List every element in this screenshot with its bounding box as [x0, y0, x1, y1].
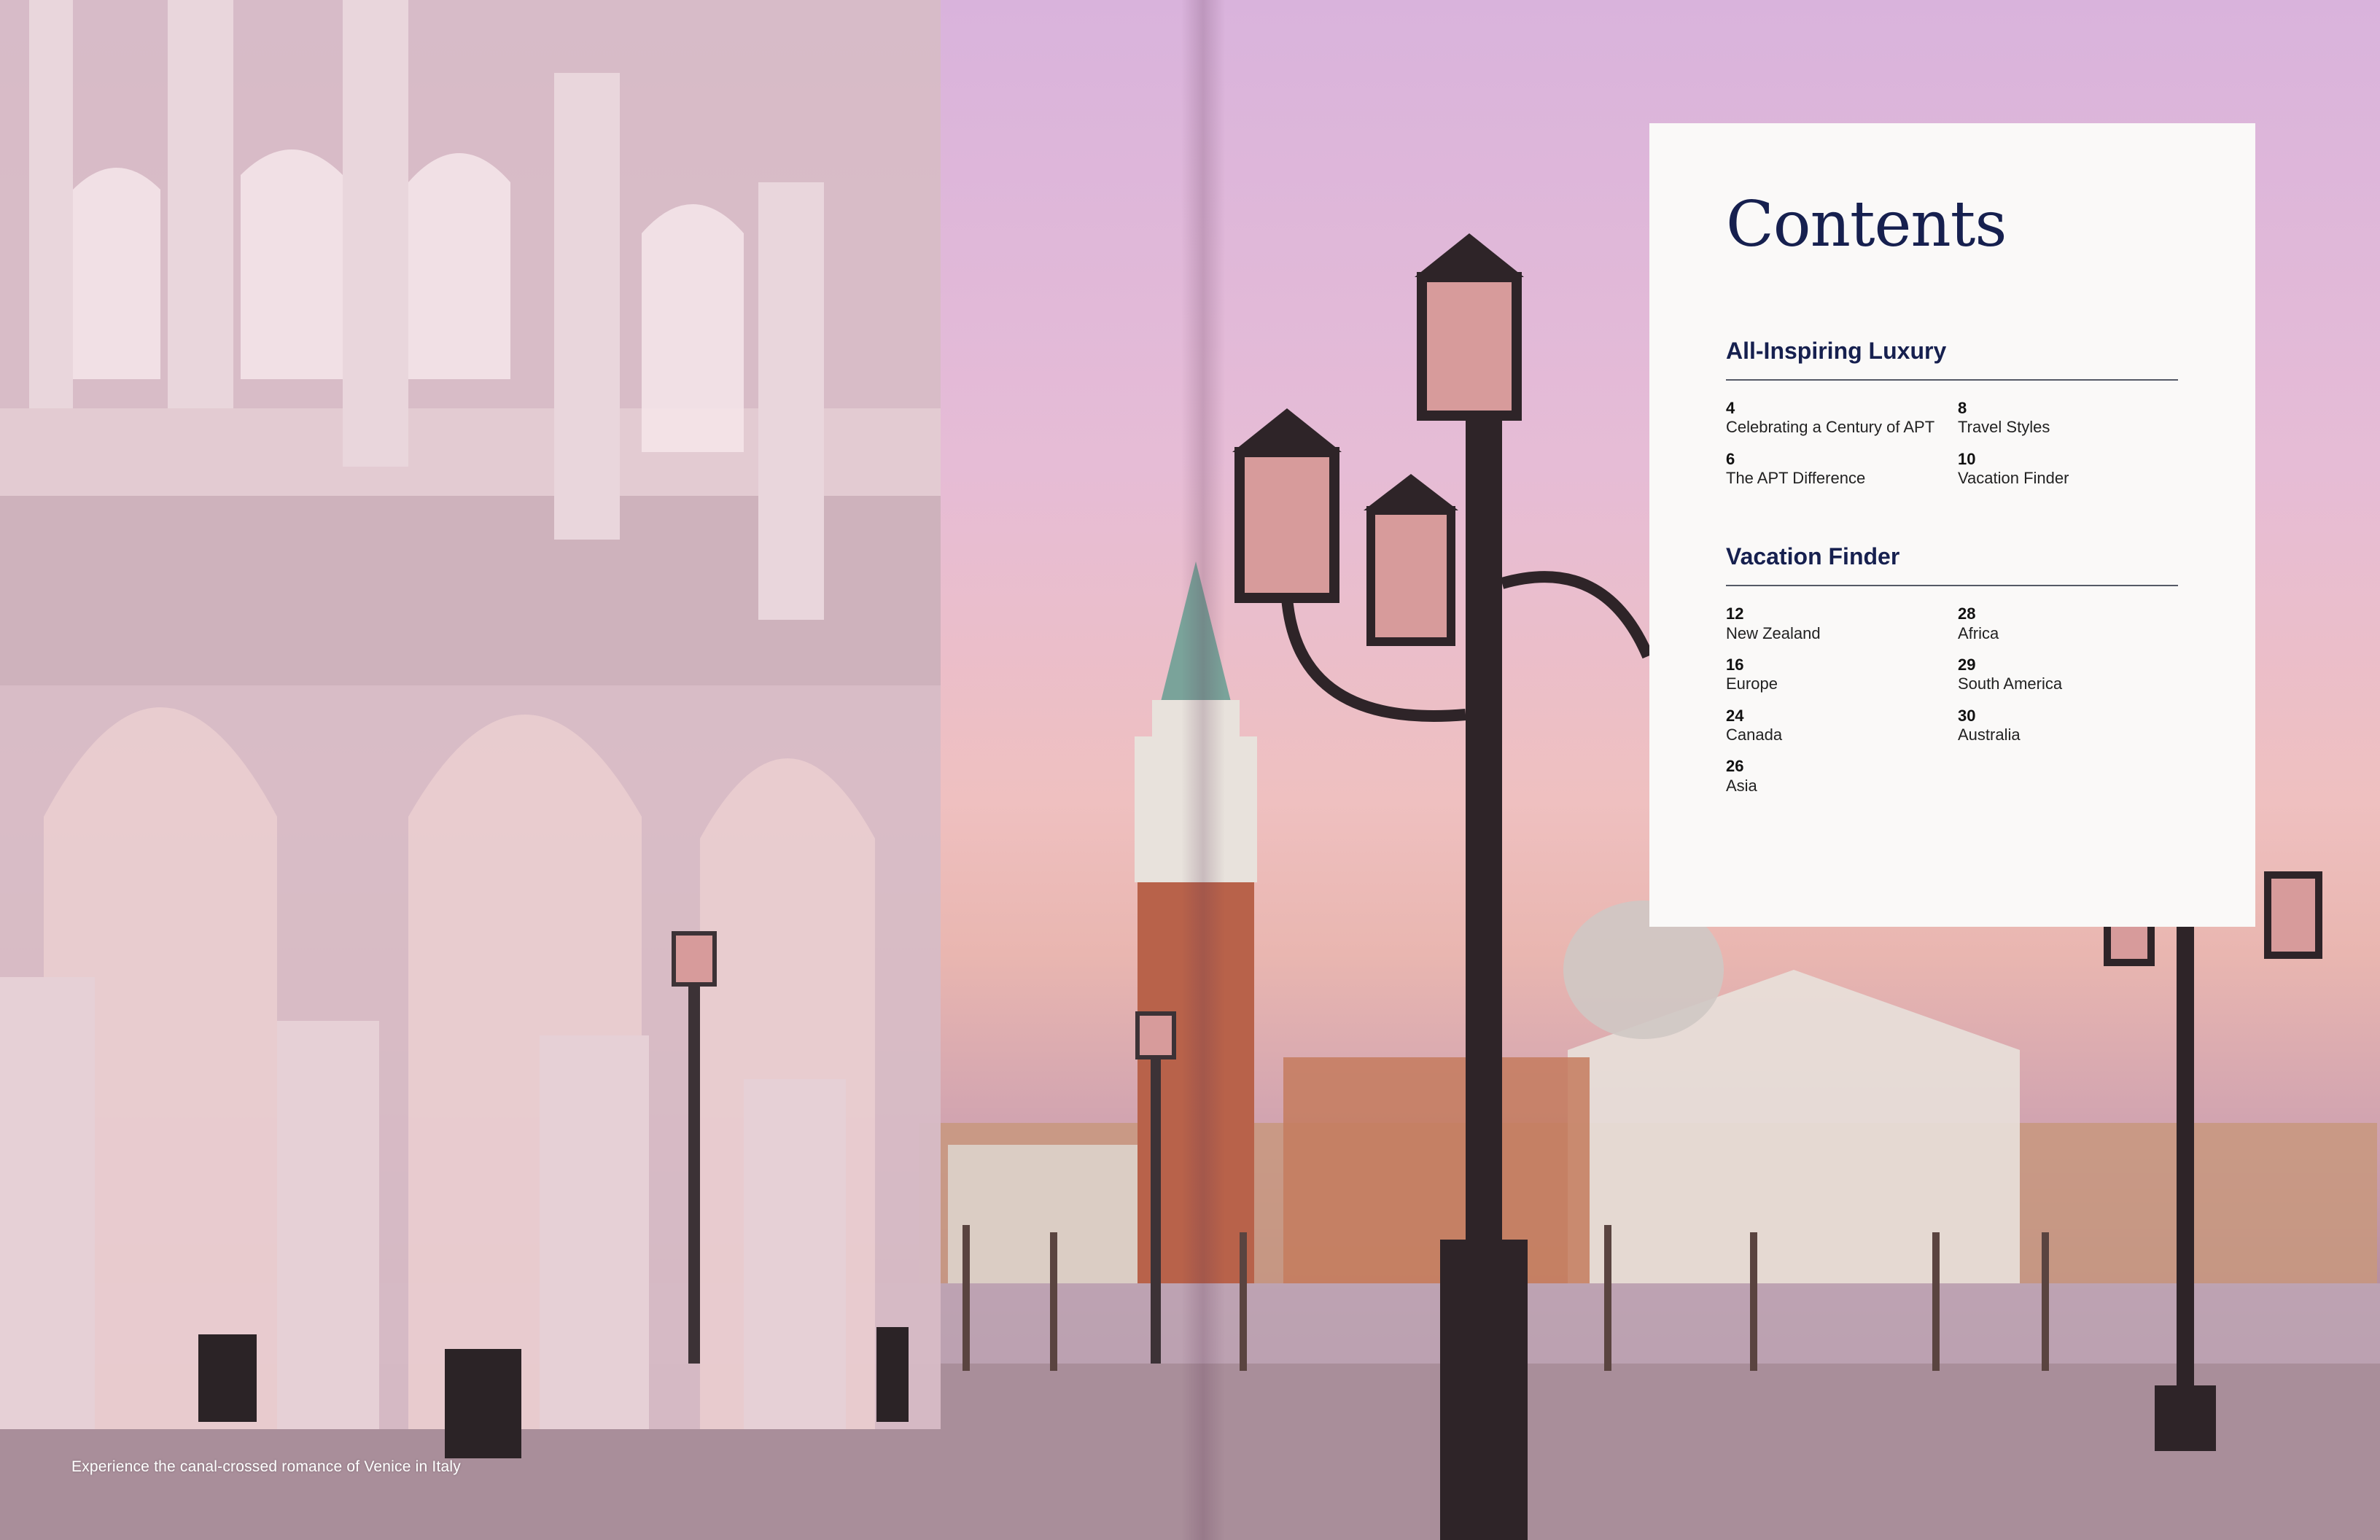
- contents-entry[interactable]: 4 Celebrating a Century of APT: [1726, 399, 1958, 438]
- entry-label: Celebrating a Century of APT: [1726, 418, 1935, 437]
- contents-entry[interactable]: 28 Africa: [1958, 605, 2178, 643]
- contents-entry[interactable]: 30 Australia: [1958, 707, 2178, 745]
- photo-caption: Experience the canal-crossed romance of …: [71, 1458, 461, 1475]
- entry-label: New Zealand: [1726, 623, 1821, 642]
- section-heading: All-Inspiring Luxury: [1726, 338, 2178, 381]
- entry-label: South America: [1958, 674, 2063, 693]
- entry-label: Australia: [1958, 725, 2021, 744]
- entry-page-number: 28: [1958, 604, 1976, 623]
- contents-section-all-inspiring-luxury: All-Inspiring Luxury 4 Celebrating a Cen…: [1726, 338, 2178, 488]
- contents-entry[interactable]: 6 The APT Difference: [1726, 449, 1958, 489]
- contents-entry[interactable]: 16 Europe: [1726, 656, 1958, 694]
- entry-label: Asia: [1726, 776, 1757, 795]
- entry-label: Travel Styles: [1958, 418, 2050, 437]
- entry-page-number: 6: [1726, 449, 1735, 468]
- entry-page-number: 4: [1726, 399, 1735, 417]
- contents-entry[interactable]: 24 Canada: [1726, 707, 1958, 745]
- entry-page-number: 30: [1958, 706, 1976, 725]
- entry-page-number: 12: [1726, 604, 1744, 623]
- contents-entry[interactable]: 12 New Zealand: [1726, 605, 1958, 643]
- entry-label: The APT Difference: [1726, 468, 1866, 487]
- section-heading: Vacation Finder: [1726, 543, 2178, 587]
- contents-entry[interactable]: 29 South America: [1958, 656, 2178, 694]
- entry-page-number: 16: [1726, 656, 1744, 674]
- contents-section-vacation-finder: Vacation Finder 12 New Zealand 28 Africa…: [1726, 543, 2178, 796]
- contents-entry[interactable]: 10 Vacation Finder: [1958, 449, 2178, 489]
- entry-label: Africa: [1958, 623, 1999, 642]
- book-spine-shadow: [1181, 0, 1225, 1540]
- contents-entry[interactable]: 8 Travel Styles: [1958, 399, 2178, 438]
- contents-panel: Contents All-Inspiring Luxury 4 Celebrat…: [1649, 123, 2255, 927]
- section-entries: 4 Celebrating a Century of APT 8 Travel …: [1726, 399, 2178, 489]
- entry-label: Canada: [1726, 725, 1783, 744]
- entry-page-number: 24: [1726, 706, 1744, 725]
- entry-page-number: 8: [1958, 399, 1967, 417]
- contents-title: Contents: [1726, 188, 2007, 261]
- entry-page-number: 29: [1958, 656, 1976, 674]
- entry-page-number: 10: [1958, 449, 1976, 468]
- entry-label: Europe: [1726, 674, 1778, 693]
- entry-page-number: 26: [1726, 757, 1744, 776]
- section-entries: 12 New Zealand 28 Africa 16 Europe 29 So…: [1726, 605, 2178, 796]
- entry-label: Vacation Finder: [1958, 468, 2069, 487]
- contents-entry[interactable]: 26 Asia: [1726, 758, 1958, 796]
